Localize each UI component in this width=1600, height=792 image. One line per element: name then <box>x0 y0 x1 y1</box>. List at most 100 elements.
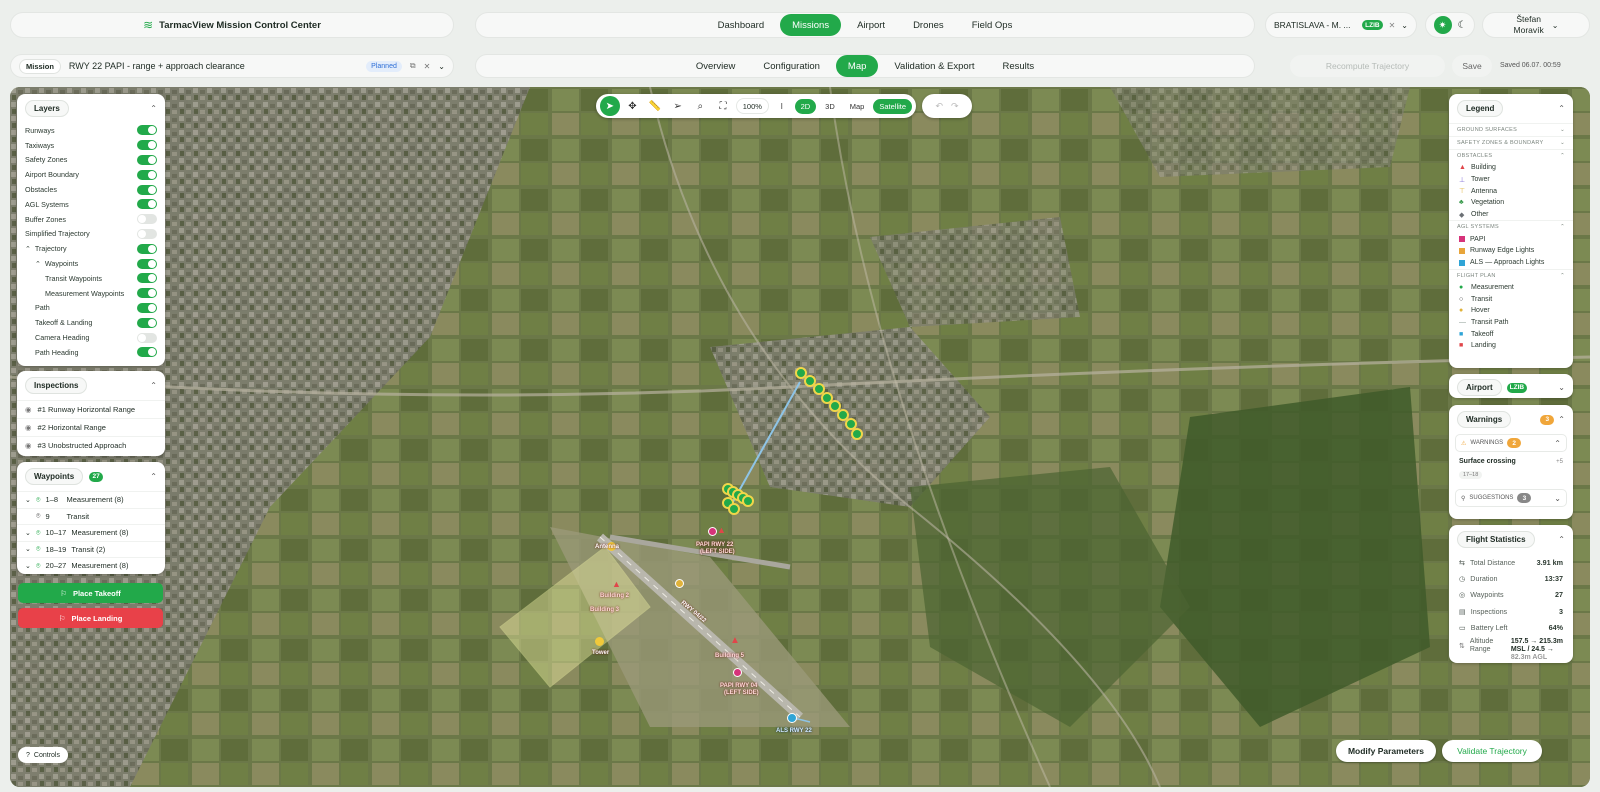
layer-row[interactable]: Measurement Waypoints <box>17 286 165 301</box>
waypoint-group-row[interactable]: ⌄ ⌾ 10–17 Measurement (8) <box>17 524 165 541</box>
layer-toggle[interactable] <box>137 332 157 343</box>
tab-configuration[interactable]: Configuration <box>751 55 832 77</box>
chevron-up-icon[interactable]: ⌃ <box>1558 415 1565 424</box>
nav-airport[interactable]: Airport <box>845 14 897 36</box>
layer-row[interactable]: Taxiways <box>17 138 165 153</box>
zoom-level[interactable]: 100% <box>735 98 769 114</box>
layer-row[interactable]: Obstacles <box>17 182 165 197</box>
layer-row[interactable]: Runways <box>17 123 165 138</box>
redo-icon[interactable]: ↷ <box>951 101 959 112</box>
legend-section-obstacles[interactable]: OBSTACLES ⌃ <box>1449 149 1573 162</box>
compass-icon[interactable]: ǀ <box>772 96 792 116</box>
legend-section-agl[interactable]: AGL SYSTEMS ⌃ <box>1449 220 1573 233</box>
chevron-down-icon[interactable]: ⌄ <box>1401 21 1408 30</box>
antenna-obstacle-icon[interactable] <box>595 637 604 646</box>
navigate-icon[interactable]: ➢ <box>668 96 688 116</box>
airport-selector[interactable]: BRATISLAVA - M. ... LZIB ✕ ⌄ <box>1265 12 1417 38</box>
layer-toggle[interactable] <box>137 154 157 165</box>
place-landing-button[interactable]: ⚐ Place Landing <box>18 608 163 628</box>
save-button[interactable]: Save <box>1452 55 1492 77</box>
chevron-up-icon[interactable]: ⌃ <box>25 245 31 253</box>
layer-row[interactable]: Path Heading <box>17 345 165 360</box>
basemap-map-button[interactable]: Map <box>844 99 871 114</box>
eye-icon[interactable]: ◉ <box>25 423 32 432</box>
nav-field-ops[interactable]: Field Ops <box>960 14 1025 36</box>
layer-row[interactable]: ⌃ Waypoints <box>17 256 165 271</box>
modify-parameters-button[interactable]: Modify Parameters <box>1336 740 1436 762</box>
layer-toggle[interactable] <box>137 214 157 225</box>
layer-toggle[interactable] <box>137 302 157 313</box>
mode-3d-button[interactable]: 3D <box>819 99 841 114</box>
warnings-group[interactable]: ⚠ WARNINGS 2 ⌃ <box>1455 434 1567 452</box>
suggestions-group[interactable]: ⚲ SUGGESTIONS 3 ⌄ <box>1455 489 1567 507</box>
layer-row[interactable]: AGL Systems <box>17 197 165 212</box>
chevron-up-icon[interactable]: ⌃ <box>1558 104 1565 113</box>
chevron-up-icon[interactable]: ⌃ <box>35 260 41 268</box>
layer-row[interactable]: Path <box>17 301 165 316</box>
layer-toggle[interactable] <box>137 317 157 328</box>
layer-row[interactable]: Camera Heading <box>17 330 165 345</box>
legend-section-ground[interactable]: GROUND SURFACES ⌄ <box>1449 123 1573 136</box>
layer-toggle[interactable] <box>137 273 157 284</box>
measure-tool-icon[interactable]: 📏 <box>645 96 665 116</box>
takeoff-marker[interactable] <box>787 713 797 723</box>
layer-toggle[interactable] <box>137 228 157 239</box>
layer-toggle[interactable] <box>137 288 157 299</box>
undo-icon[interactable]: ↶ <box>935 101 943 112</box>
waypoint-marker[interactable] <box>851 428 863 440</box>
layer-toggle[interactable] <box>137 169 157 180</box>
zoom-icon[interactable]: ⌕ <box>691 96 711 116</box>
basemap-satellite-button[interactable]: Satellite <box>873 98 913 114</box>
chevron-down-icon[interactable]: ⌄ <box>25 562 31 570</box>
layer-toggle[interactable] <box>137 258 157 269</box>
chevron-down-icon[interactable]: ⌄ <box>25 545 31 553</box>
legend-section-flight[interactable]: FLIGHT PLAN ⌃ <box>1449 268 1573 282</box>
layer-toggle[interactable] <box>137 125 157 136</box>
fullscreen-icon[interactable]: ⛶ <box>713 96 733 116</box>
legend-section-safety[interactable]: SAFETY ZONES & BOUNDARY ⌄ <box>1449 136 1573 149</box>
waypoint-group-row[interactable]: ⌄ ⌾ 18–19 Transit (2) <box>17 540 165 558</box>
chevron-down-icon[interactable]: ⌄ <box>25 496 31 504</box>
nav-dashboard[interactable]: Dashboard <box>706 14 776 36</box>
waypoint-marker[interactable] <box>742 495 754 507</box>
tab-results[interactable]: Results <box>991 55 1047 77</box>
sun-icon[interactable]: ✷ <box>1433 16 1452 34</box>
user-menu[interactable]: Štefan Moravík ⌄ <box>1482 12 1590 38</box>
warning-item[interactable]: Surface crossing +5 17–18 <box>1455 455 1567 482</box>
chevron-up-icon[interactable]: ⌃ <box>150 381 157 390</box>
select-tool-icon[interactable]: ➤ <box>600 96 620 116</box>
mode-2d-button[interactable]: 2D <box>794 98 817 114</box>
close-icon[interactable]: ✕ <box>424 62 431 71</box>
clear-icon[interactable]: ✕ <box>1389 21 1396 30</box>
layer-toggle[interactable] <box>137 243 157 254</box>
building-obstacle-icon[interactable]: ▲ <box>612 579 621 589</box>
layer-row[interactable]: Buffer Zones <box>17 212 165 227</box>
moon-icon[interactable]: ☾ <box>1458 20 1467 31</box>
waypoint-group-row[interactable]: ⌾ 9 Transit <box>17 507 165 525</box>
tab-map[interactable]: Map <box>835 55 879 77</box>
waypoint-marker[interactable] <box>728 503 740 515</box>
chevron-down-icon[interactable]: ⌄ <box>25 529 31 537</box>
layer-toggle[interactable] <box>137 199 157 210</box>
tab-overview[interactable]: Overview <box>684 55 748 77</box>
hover-marker[interactable] <box>675 579 684 588</box>
nav-drones[interactable]: Drones <box>901 14 956 36</box>
chevron-up-icon[interactable]: ⌃ <box>150 472 157 481</box>
eye-icon[interactable]: ◉ <box>25 405 32 414</box>
tab-validation-export[interactable]: Validation & Export <box>882 55 986 77</box>
chevron-up-icon[interactable]: ⌃ <box>150 104 157 113</box>
layer-row[interactable]: ⌃ Trajectory <box>17 241 165 256</box>
layer-row[interactable]: Takeoff & Landing <box>17 315 165 330</box>
inspection-item[interactable]: ◉ #2 Horizontal Range <box>17 418 165 436</box>
chevron-up-icon[interactable]: ⌃ <box>1558 535 1565 544</box>
chevron-down-icon[interactable]: ⌄ <box>1558 383 1565 392</box>
nav-missions[interactable]: Missions <box>780 14 842 36</box>
layer-row[interactable]: Transit Waypoints <box>17 271 165 286</box>
place-takeoff-button[interactable]: ⚐ Place Takeoff <box>18 583 163 603</box>
layer-toggle[interactable] <box>137 140 157 151</box>
building-obstacle-icon[interactable]: ▲ <box>730 635 740 646</box>
waypoint-group-row[interactable]: ⌄ ⌾ 20–27 Measurement (8) <box>17 557 165 574</box>
building-obstacle-icon[interactable]: ▲ <box>717 525 726 535</box>
satellite-map[interactable]: ▲ PAPI RWY 22 (LEFT SIDE) PAPI RWY 04 (L… <box>10 87 1590 787</box>
eye-icon[interactable]: ◉ <box>25 441 32 450</box>
